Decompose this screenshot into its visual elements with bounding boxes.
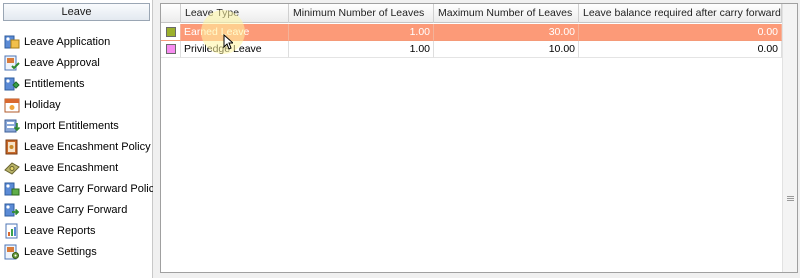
table-row[interactable]: Priviledge Leave 1.00 10.00 0.00	[161, 41, 782, 58]
nav-item-leave-carry-forward[interactable]: Leave Carry Forward	[0, 199, 153, 220]
scrollbar-grip-icon	[787, 196, 794, 201]
nav-item-holiday[interactable]: Holiday	[0, 94, 153, 115]
nav-item-leave-encashment[interactable]: Leave Encashment	[0, 157, 153, 178]
leave-color-swatch	[165, 27, 176, 37]
nav-label: Import Entitlements	[24, 119, 119, 132]
leave-types-grid: Leave Type Minimum Number of Leaves Maxi…	[160, 3, 798, 273]
column-header-maximum-leaves[interactable]: Maximum Number of Leaves	[434, 4, 579, 23]
nav-item-leave-encashment-policy[interactable]: Leave Encashment Policy	[0, 136, 153, 157]
column-header-balance-required[interactable]: Leave balance required after carry forwa…	[579, 4, 782, 23]
encashment-policy-icon	[4, 139, 20, 155]
holiday-icon	[4, 97, 20, 113]
nav-label: Leave Reports	[24, 224, 96, 237]
grid-header: Leave Type Minimum Number of Leaves Maxi…	[161, 4, 782, 23]
nav-label: Leave Approval	[24, 56, 100, 69]
encashment-icon	[4, 160, 20, 176]
maximum-leaves-cell: 10.00	[434, 41, 579, 58]
nav-item-entitlements[interactable]: Entitlements	[0, 73, 153, 94]
panel-splitter[interactable]	[153, 0, 160, 278]
nav-label: Holiday	[24, 98, 61, 111]
settings-icon	[4, 244, 20, 260]
leave-type-cell: Earned Leave	[181, 24, 289, 41]
column-header-leave-type[interactable]: Leave Type	[181, 4, 289, 23]
nav-label: Leave Encashment	[24, 161, 119, 174]
leave-section-header[interactable]: Leave	[3, 3, 150, 21]
minimum-leaves-cell: 1.00	[289, 41, 434, 58]
carry-forward-icon	[4, 202, 20, 218]
balance-required-cell: 0.00	[579, 24, 782, 41]
nav-label: Leave Carry Forward Policy	[24, 182, 160, 195]
leave-approval-icon	[4, 55, 20, 71]
nav-item-leave-approval[interactable]: Leave Approval	[0, 52, 153, 73]
nav-label: Entitlements	[24, 77, 85, 90]
column-header-minimum-leaves[interactable]: Minimum Number of Leaves	[289, 4, 434, 23]
leave-application-icon	[4, 34, 20, 50]
nav-label: Leave Application	[24, 35, 111, 48]
vertical-scrollbar[interactable]	[782, 4, 797, 272]
leave-navigation-panel: Leave Leave Application Leave Approval E…	[0, 0, 160, 278]
color-cell	[161, 41, 181, 58]
entitlements-icon	[4, 76, 20, 92]
minimum-leaves-cell: 1.00	[289, 24, 434, 41]
balance-required-cell: 0.00	[579, 41, 782, 58]
nav-item-leave-carry-forward-policy[interactable]: Leave Carry Forward Policy	[0, 178, 160, 199]
import-entitlements-icon	[4, 118, 21, 134]
nav-item-leave-reports[interactable]: Leave Reports	[0, 220, 153, 241]
nav-label: Leave Settings	[24, 245, 97, 258]
nav-label: Leave Encashment Policy	[24, 140, 151, 153]
carry-forward-policy-icon	[4, 181, 20, 197]
leave-type-cell: Priviledge Leave	[181, 41, 289, 58]
nav-item-leave-settings[interactable]: Leave Settings	[0, 241, 153, 262]
nav-label: Leave Carry Forward	[24, 203, 128, 216]
nav-item-leave-application[interactable]: Leave Application	[0, 31, 153, 52]
leave-menu-list: Leave Application Leave Approval Entitle…	[0, 31, 160, 262]
maximum-leaves-cell: 30.00	[434, 24, 579, 41]
nav-item-import-entitlements[interactable]: Import Entitlements	[0, 115, 153, 136]
reports-icon	[4, 223, 20, 239]
column-header-color[interactable]	[161, 4, 181, 23]
leave-color-swatch	[165, 44, 176, 54]
color-cell	[161, 24, 181, 41]
table-row[interactable]: Earned Leave 1.00 30.00 0.00	[161, 24, 782, 41]
